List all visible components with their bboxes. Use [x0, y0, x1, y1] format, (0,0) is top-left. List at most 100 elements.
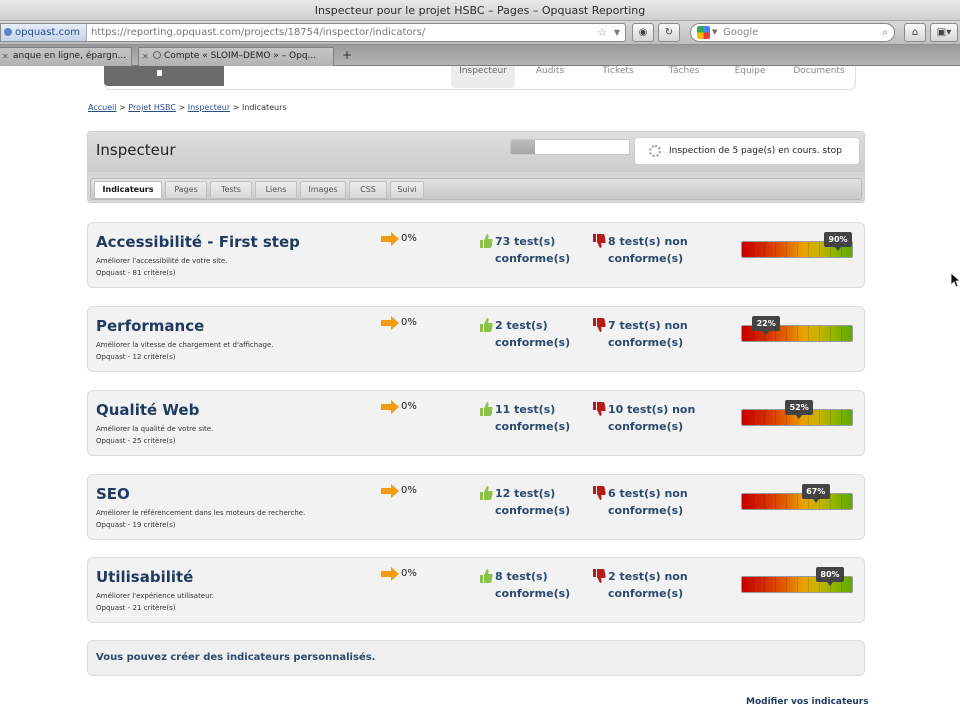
percent-value: 0%	[401, 233, 417, 244]
indicator-title[interactable]: Accessibilité - First step	[96, 233, 300, 251]
custom-indicators-note: Vous pouvez créer des indicateurs person…	[87, 640, 865, 676]
breadcrumb-project-link[interactable]: Projet HSBC	[128, 103, 176, 112]
passed-label: conforme(s)	[495, 252, 571, 265]
page-title: Inspecteur	[96, 141, 176, 159]
search-engine-dropdown-icon[interactable]: ▼	[712, 24, 717, 41]
tab-images[interactable]: Images	[300, 181, 346, 199]
rss-button[interactable]: ◉	[632, 23, 654, 42]
indicator-title[interactable]: Utilisabilité	[96, 568, 193, 586]
failed-label: conforme(s)	[608, 587, 684, 600]
reload-icon: ↻	[664, 27, 674, 38]
indicator-description: Améliorer l'expérience utilisateur.	[96, 592, 215, 600]
new-tab-button[interactable]: +	[338, 48, 356, 64]
passed-tests[interactable]: 2 test(s) conforme(s)	[480, 317, 570, 351]
failed-tests[interactable]: 2 test(s) non conforme(s)	[593, 568, 688, 602]
thumbs-down-icon	[593, 402, 606, 416]
rate-bar-segment	[753, 494, 754, 509]
nav-tab-equipe[interactable]: Equipe	[722, 66, 778, 88]
close-tab-icon[interactable]: ✕	[2, 48, 9, 65]
url-dropdown-icon[interactable]: ▼	[614, 24, 620, 41]
passed-label: conforme(s)	[495, 587, 571, 600]
failed-tests[interactable]: 6 test(s) non conforme(s)	[593, 485, 688, 519]
rate-bar-segment	[797, 410, 798, 425]
tab-suivi[interactable]: Suivi	[390, 181, 424, 199]
passed-tests[interactable]: 11 test(s) conforme(s)	[480, 401, 571, 435]
indicator-criteria-count: Opquast - 12 critère(s)	[96, 353, 176, 361]
indicator-progress-percent: 0%	[381, 567, 417, 581]
home-button[interactable]: ⌂	[904, 23, 926, 42]
rate-bar-segment	[830, 577, 831, 592]
url-bar[interactable]: opquast.com https://reporting.opquast.com…	[0, 23, 626, 42]
conformity-rate-badge: 90%	[824, 232, 852, 251]
tab-pages[interactable]: Pages	[165, 181, 207, 199]
search-icon[interactable]: ⌕	[882, 24, 888, 41]
thumbs-up-icon	[480, 569, 493, 583]
rate-bar-segment	[841, 326, 842, 341]
failed-count: 10 test(s) non	[608, 403, 696, 416]
bookmark-star-icon[interactable]: ☆	[597, 24, 607, 41]
indicator-description: Améliorer le référencement dans les mote…	[96, 509, 306, 517]
rate-bar-segment	[797, 494, 798, 509]
menu-icon: ▣▾	[936, 27, 952, 38]
rate-bar-segment	[797, 326, 798, 341]
tab-liens[interactable]: Liens	[255, 181, 297, 199]
tab-indicateurs[interactable]: Indicateurs	[94, 181, 162, 199]
failed-tests[interactable]: 8 test(s) non conforme(s)	[593, 233, 688, 267]
tab-tests[interactable]: Tests	[210, 181, 252, 199]
search-input[interactable]: ▼ Google ⌕	[690, 23, 895, 42]
rate-bar-segment	[764, 494, 765, 509]
passed-count: 11 test(s)	[495, 403, 556, 416]
rate-bar-segment	[797, 577, 798, 592]
reload-button[interactable]: ↻	[658, 23, 680, 42]
rate-bar-segment	[819, 577, 820, 592]
failed-count: 7 test(s) non	[608, 319, 688, 332]
rate-bar-segment	[830, 494, 831, 509]
nav-tab-inspecteur[interactable]: Inspecteur	[451, 66, 515, 88]
nav-tab-taches[interactable]: Tâches	[656, 66, 712, 88]
url-text: https://reporting.opquast.com/projects/1…	[90, 27, 426, 38]
rate-bar-segment	[786, 577, 787, 592]
nav-tab-audits[interactable]: Audits	[522, 66, 578, 88]
rate-bar-segment	[764, 577, 765, 592]
site-nav-logo-area	[104, 66, 224, 86]
percent-value: 0%	[401, 485, 417, 496]
passed-tests[interactable]: 12 test(s) conforme(s)	[480, 485, 570, 519]
menu-button[interactable]: ▣▾	[930, 23, 958, 42]
indicator-title[interactable]: Qualité Web	[96, 401, 199, 419]
nav-tab-documents[interactable]: Documents	[786, 66, 852, 88]
indicator-description: Améliorer la qualité de votre site.	[96, 425, 214, 433]
tab-strip: ✕ anque en ligne, épargn... ✕ Compte « SLO…	[0, 45, 960, 66]
percent-value: 0%	[401, 401, 417, 412]
browser-tab-1[interactable]: ✕ anque en ligne, épargn...	[0, 47, 132, 66]
indicator-description: Améliorer la vitesse de chargement et d'…	[96, 341, 274, 349]
url-site-badge[interactable]: opquast.com	[1, 24, 87, 41]
nav-tab-tickets[interactable]: Tickets	[590, 66, 646, 88]
thumbs-up-icon	[480, 234, 493, 248]
progress-fill	[511, 140, 535, 154]
close-tab-icon[interactable]: ✕	[142, 48, 149, 65]
indicator-title[interactable]: SEO	[96, 485, 130, 503]
indicator-criteria-count: Opquast - 19 critère(s)	[96, 521, 176, 529]
thumbs-down-icon	[593, 569, 606, 583]
tab-css[interactable]: CSS	[349, 181, 387, 199]
indicator-card: SEO Améliorer le référencement dans les m…	[87, 474, 865, 540]
modify-indicators-link[interactable]: Modifier vos indicateurs	[746, 697, 869, 707]
rate-bar-segment	[819, 410, 820, 425]
breadcrumb-inspector-link[interactable]: Inspecteur	[188, 103, 230, 112]
indicator-criteria-count: Opquast - 25 critère(s)	[96, 437, 176, 445]
thumbs-up-icon	[480, 486, 493, 500]
failed-tests[interactable]: 10 test(s) non conforme(s)	[593, 401, 696, 435]
plus-icon: +	[341, 48, 353, 62]
passed-label: conforme(s)	[495, 420, 571, 433]
passed-tests[interactable]: 8 test(s) conforme(s)	[480, 568, 571, 602]
browser-tab-2[interactable]: ✕ Compte « SLOIM–DEMO » – Opq...	[138, 47, 334, 66]
arrow-right-icon	[381, 567, 399, 581]
breadcrumb-home-link[interactable]: Accueil	[88, 103, 117, 112]
indicator-criteria-count: Opquast - 21 critère(s)	[96, 604, 176, 612]
globe-icon	[4, 28, 12, 36]
passed-tests[interactable]: 73 test(s) conforme(s)	[480, 233, 571, 267]
indicator-title[interactable]: Performance	[96, 317, 204, 335]
lock-icon	[157, 70, 162, 76]
rate-bar-segment	[841, 410, 842, 425]
failed-tests[interactable]: 7 test(s) non conforme(s)	[593, 317, 688, 351]
